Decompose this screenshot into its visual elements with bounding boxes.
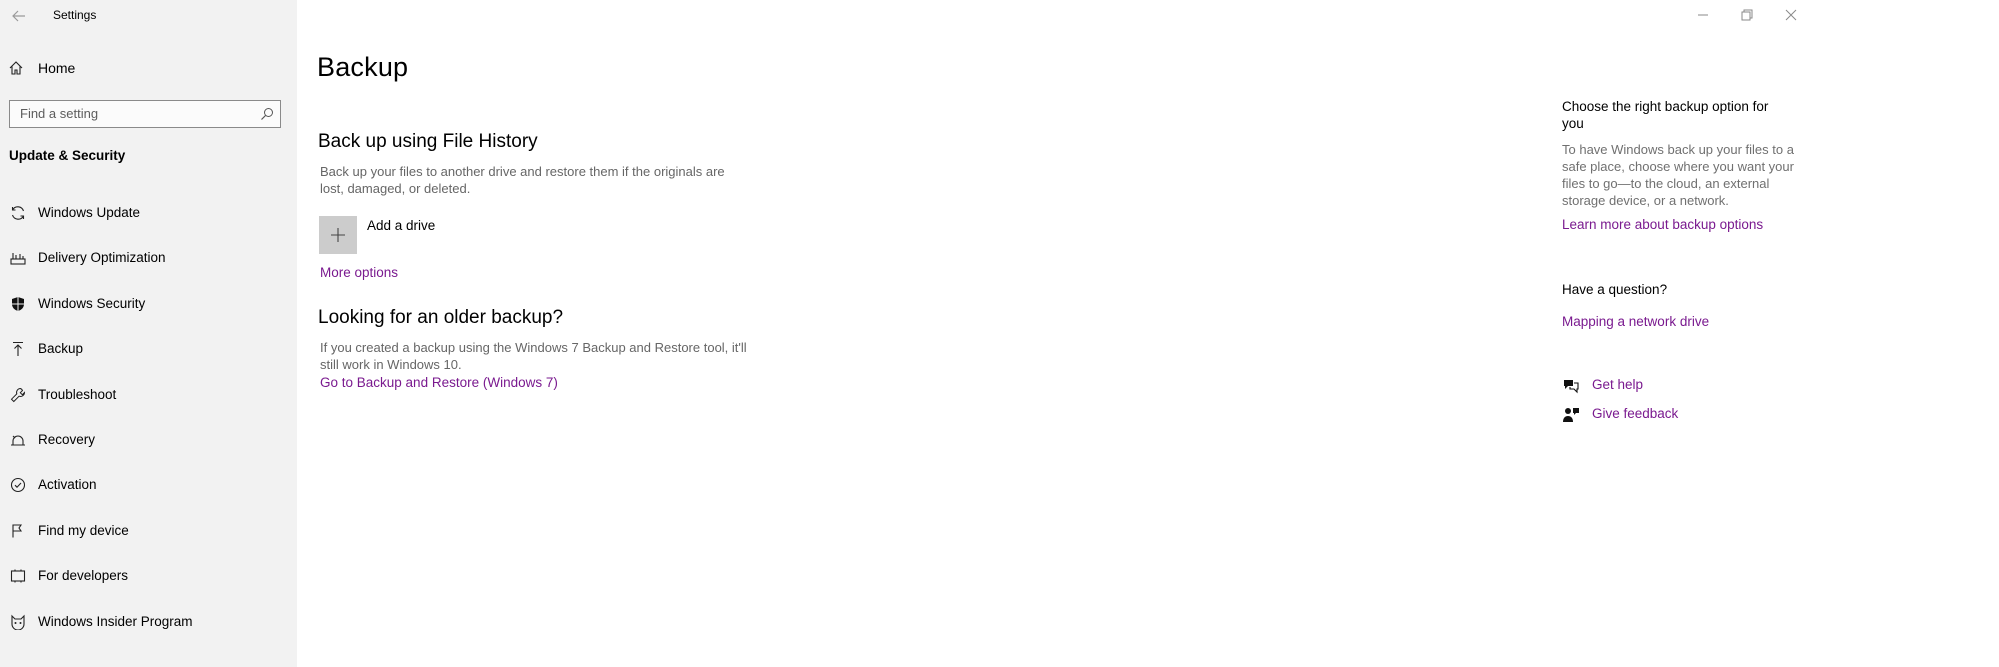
get-help-link[interactable]: Get help (1592, 377, 1643, 392)
question-title: Have a question? (1562, 282, 1668, 297)
sidebar-item-label: Recovery (38, 431, 96, 447)
minimize-button[interactable] (1688, 5, 1718, 25)
find-device-icon (9, 522, 27, 540)
get-help-icon (1562, 377, 1580, 395)
search-box[interactable] (9, 100, 281, 128)
choose-backup-description: To have Windows back up your files to a … (1562, 142, 1794, 208)
close-button[interactable] (1776, 5, 1806, 25)
choose-backup-title: Choose the right backup option for you (1562, 99, 1769, 131)
feedback-icon (1562, 406, 1580, 424)
file-history-heading: Back up using File History (318, 131, 538, 152)
recovery-icon (9, 431, 27, 449)
app-title: Settings (53, 8, 97, 22)
backup-arrow-icon (9, 340, 27, 358)
sidebar-item-label: Delivery Optimization (38, 250, 166, 266)
add-drive-button[interactable]: Add a drive (319, 216, 435, 254)
learn-more-link[interactable]: Learn more about backup options (1562, 217, 1763, 232)
sidebar-item-label: Find my device (38, 522, 129, 538)
insider-icon (9, 613, 27, 631)
sidebar-item-troubleshoot[interactable]: Troubleshoot (0, 382, 297, 427)
more-options-link[interactable]: More options (320, 265, 398, 280)
backup-restore-win7-link[interactable]: Go to Backup and Restore (Windows 7) (320, 375, 558, 390)
sidebar-item-label: Troubleshoot (38, 386, 117, 402)
home-label: Home (38, 60, 76, 76)
check-circle-icon (9, 476, 27, 494)
sidebar-item-windows-insider-program[interactable]: Windows Insider Program (0, 609, 297, 654)
wrench-icon (9, 386, 27, 404)
home-nav-item[interactable]: Home (0, 56, 297, 80)
sidebar-item-for-developers[interactable]: For developers (0, 563, 297, 608)
sidebar-item-label: Windows Insider Program (38, 613, 193, 629)
search-icon[interactable] (260, 107, 274, 126)
give-feedback-link[interactable]: Give feedback (1592, 406, 1678, 421)
restore-button[interactable] (1732, 5, 1762, 25)
sidebar-nav: Windows Update Delivery Optimization Win… (0, 200, 297, 654)
sidebar-item-backup[interactable]: Backup (0, 336, 297, 381)
sidebar-item-label: Windows Security (38, 295, 146, 311)
sidebar-item-windows-update[interactable]: Windows Update (0, 200, 297, 245)
mapping-network-drive-link[interactable]: Mapping a network drive (1562, 314, 1709, 329)
developers-icon (9, 567, 27, 585)
home-icon (8, 60, 24, 81)
section-title: Update & Security (9, 148, 126, 163)
sidebar-item-label: Backup (38, 341, 84, 357)
sidebar-item-find-my-device[interactable]: Find my device (0, 518, 297, 563)
back-arrow-icon[interactable] (9, 6, 29, 26)
page-title: Backup (317, 52, 409, 82)
shield-icon (9, 295, 27, 313)
sidebar-item-activation[interactable]: Activation (0, 472, 297, 517)
older-backup-heading: Looking for an older backup? (318, 307, 564, 328)
file-history-description: Back up your files to another drive and … (320, 164, 725, 196)
plus-icon (319, 216, 357, 254)
older-backup-description: If you created a backup using the Window… (320, 340, 747, 372)
delivery-optimization-icon (9, 249, 27, 267)
add-drive-label: Add a drive (367, 218, 436, 233)
sidebar: Settings Home Update & Security Windows … (0, 0, 297, 667)
refresh-icon (9, 204, 27, 222)
sidebar-item-delivery-optimization[interactable]: Delivery Optimization (0, 245, 297, 290)
sidebar-item-label: Activation (38, 477, 97, 493)
sidebar-item-recovery[interactable]: Recovery (0, 427, 297, 472)
search-input[interactable] (20, 106, 250, 121)
sidebar-item-windows-security[interactable]: Windows Security (0, 291, 297, 336)
sidebar-item-label: For developers (38, 568, 129, 584)
sidebar-item-label: Windows Update (38, 205, 141, 220)
